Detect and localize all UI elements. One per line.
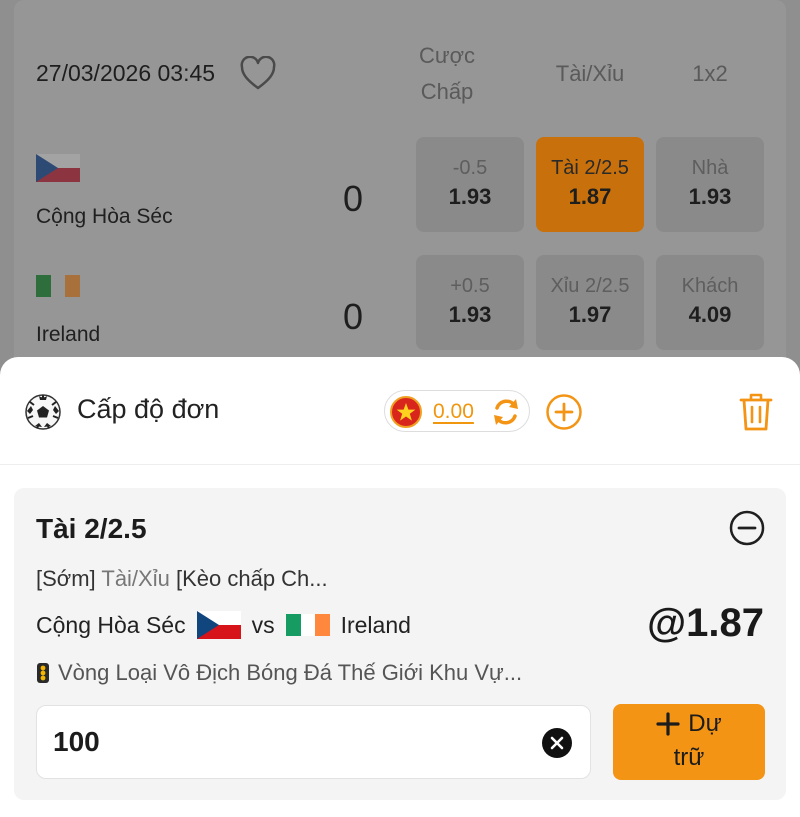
odds-home-handicap[interactable]: -0.5 1.93 — [416, 137, 524, 232]
bet-selection: Tài 2/2.5 — [36, 513, 147, 544]
reserve-button[interactable]: Dự trữ — [613, 704, 765, 780]
trash-icon[interactable] — [738, 391, 774, 433]
odds-away-handicap[interactable]: +0.5 1.93 — [416, 255, 524, 350]
bet-market-type: Tài/Xỉu — [101, 566, 170, 591]
home-score: 0 — [343, 178, 364, 219]
bet-away-team: Ireland — [340, 611, 411, 638]
bet-market-info: [Sớm] Tài/Xỉu [Kèo chấp Ch... — [36, 566, 328, 592]
bet-slip-title: Cấp độ đơn — [77, 394, 220, 424]
vietnam-flag-icon — [390, 396, 422, 428]
czech-flag-icon — [196, 611, 241, 639]
soccer-ball-icon — [25, 394, 61, 430]
away-score: 0 — [343, 296, 364, 337]
odds-under[interactable]: Xỉu 2/2.5 1.97 — [536, 255, 644, 350]
heart-icon[interactable] — [239, 56, 277, 92]
bet-home-team: Cộng Hòa Séc — [36, 611, 186, 638]
bet-slip-sheet: Cấp độ đơn 0.00 Tài 2/2.5 [Sớm] Tài/Xỉu … — [0, 357, 800, 817]
bet-league-line: Vòng Loại Vô Địch Bóng Đá Thế Giới Khu V… — [36, 658, 522, 688]
remove-circle-icon[interactable] — [729, 510, 765, 546]
column-header-over-under: Tài/Xỉu — [555, 61, 625, 86]
bet-league-name: Vòng Loại Vô Địch Bóng Đá Thế Giới Khu V… — [58, 660, 523, 685]
bet-slip-header: Cấp độ đơn 0.00 — [0, 357, 800, 465]
clear-icon[interactable] — [542, 728, 572, 758]
reserve-label-line2: trữ — [673, 744, 705, 771]
bet-card: Tài 2/2.5 [Sớm] Tài/Xỉu [Kèo chấp Ch... … — [14, 488, 786, 800]
add-circle-icon[interactable] — [545, 393, 583, 431]
reserve-label-line1: Dự — [688, 710, 722, 737]
plus-icon — [656, 712, 680, 736]
odds-over-selected[interactable]: Tài 2/2.5 1.87 — [536, 137, 644, 232]
bet-odds: @1.87 — [647, 601, 764, 645]
balance-pill[interactable]: 0.00 — [384, 390, 530, 432]
stake-input[interactable] — [53, 720, 513, 764]
czech-flag-icon — [36, 154, 80, 182]
trophy-icon — [37, 663, 49, 683]
column-header-handicap: Cược Chấp — [418, 43, 476, 104]
away-team-name: Ireland — [36, 323, 101, 346]
refresh-icon[interactable] — [489, 395, 523, 429]
bet-timing-tag: [Sớm] — [36, 566, 96, 591]
balance-amount: 0.00 — [433, 400, 474, 423]
odds-home-win[interactable]: Nhà 1.93 — [656, 137, 764, 232]
odds-away-win[interactable]: Khách 4.09 — [656, 255, 764, 350]
ireland-flag-icon — [36, 275, 80, 297]
match-datetime: 27/03/2026 03:45 — [36, 60, 216, 86]
bet-market-extra: [Kèo chấp Ch... — [175, 566, 328, 591]
match-list-background: 27/03/2026 03:45 Cược Chấp Tài/Xỉu 1x2 C… — [0, 0, 800, 400]
home-team-name: Cộng Hòa Séc — [36, 205, 173, 228]
stake-field[interactable] — [36, 705, 591, 779]
bet-match-line: Cộng Hòa Séc vs Ireland — [36, 609, 411, 641]
ireland-flag-icon — [285, 614, 330, 636]
bet-vs-label: vs — [251, 611, 275, 638]
column-header-1x2: 1x2 — [692, 61, 728, 86]
